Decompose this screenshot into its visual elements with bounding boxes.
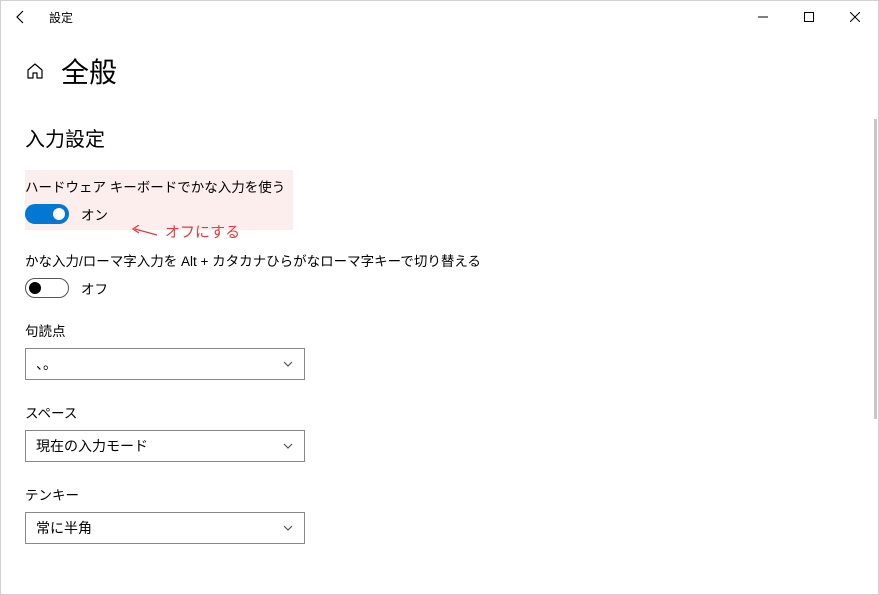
page-header: 全般 [25,51,854,91]
scrollbar[interactable] [874,119,877,419]
dropdown-value: 常に半角 [36,518,92,538]
close-icon [850,12,860,22]
dropdown-value: 現在の入力モード [36,436,148,456]
section-heading: 入力設定 [25,123,854,152]
chevron-down-icon [282,358,294,370]
toggle-state-label: オフ [81,278,108,298]
home-icon [26,62,44,80]
chevron-down-icon [282,522,294,534]
toggle-row: オフ [25,278,854,298]
close-button[interactable] [832,1,878,33]
field-label: 句読点 [25,320,854,340]
arrow-left-icon [13,9,29,25]
back-button[interactable] [9,5,33,29]
title-bar: 設定 [1,1,878,33]
space-dropdown[interactable]: 現在の入力モード [25,430,305,462]
window-controls [740,1,878,33]
window-title: 設定 [49,9,73,26]
chevron-down-icon [282,440,294,452]
annotation-text: オフにする [165,221,240,242]
setting-label: ハードウェア キーボードでかな入力を使う [25,176,285,196]
setting-label: かな入力/ローマ字入力を Alt + カタカナひらがなローマ字キーで切り替える [25,250,854,270]
field-tenkey: テンキー 常に半角 [25,484,854,544]
page-title: 全般 [61,51,117,91]
maximize-icon [804,12,814,22]
alt-toggle-toggle[interactable] [25,278,69,298]
field-label: テンキー [25,484,854,504]
minimize-button[interactable] [740,1,786,33]
field-label: スペース [25,402,854,422]
annotation: オフにする [129,221,240,242]
field-space: スペース 現在の入力モード [25,402,854,462]
setting-alt-toggle: かな入力/ローマ字入力を Alt + カタカナひらがなローマ字キーで切り替える … [25,250,854,298]
kana-hw-toggle[interactable] [25,204,69,224]
title-bar-left: 設定 [9,5,73,29]
punctuation-dropdown[interactable]: 、。 [25,348,305,380]
content-area: 全般 入力設定 ハードウェア キーボードでかな入力を使う オン オフにする かな… [1,33,878,594]
dropdown-value: 、。 [36,354,57,374]
tenkey-dropdown[interactable]: 常に半角 [25,512,305,544]
toggle-state-label: オン [81,204,108,224]
home-button[interactable] [25,61,45,81]
arrow-annotation-icon [129,225,159,239]
field-punctuation: 句読点 、。 [25,320,854,380]
minimize-icon [758,12,768,22]
maximize-button[interactable] [786,1,832,33]
